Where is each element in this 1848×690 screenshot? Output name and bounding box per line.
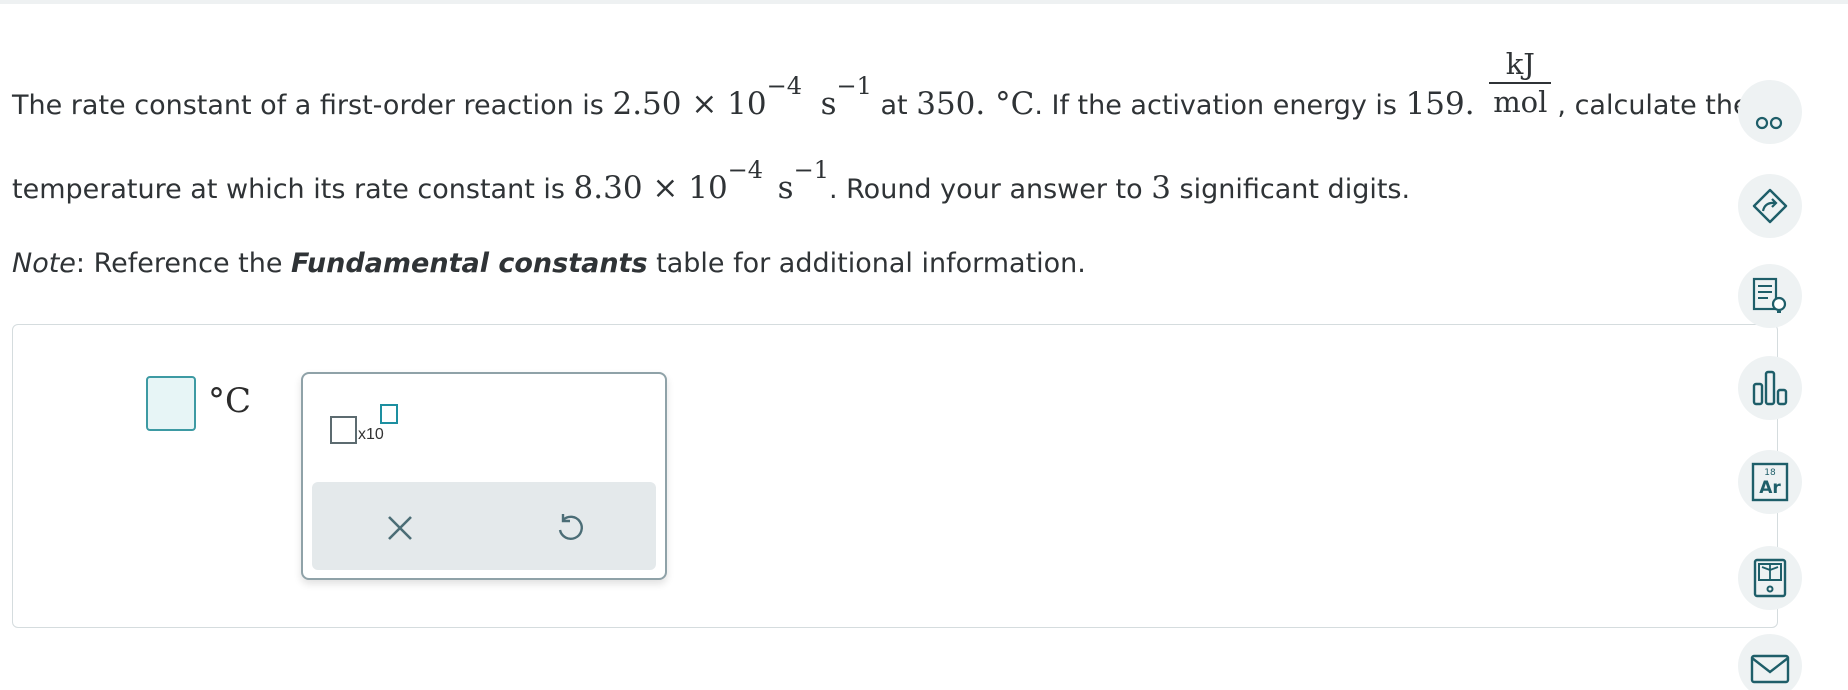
side-button-periodic-table[interactable]: 18 Ar — [1738, 450, 1802, 514]
note-line: Note: Reference the Fundamental constant… — [12, 248, 1086, 279]
answer-input[interactable] — [146, 376, 196, 431]
question-text-span: , calculate the — [1557, 90, 1750, 121]
side-button-data[interactable] — [1738, 356, 1802, 420]
exponent: −4 — [727, 156, 764, 184]
periodic-table-icon: 18Ar — [1751, 462, 1789, 502]
rate-constant-2: 8.30 × 10 — [573, 170, 728, 206]
significant-digits: 3 — [1151, 170, 1171, 206]
unit-s: s — [820, 86, 837, 122]
exponent: −4 — [766, 72, 803, 100]
mail-icon — [1750, 654, 1790, 684]
undo-button[interactable] — [550, 508, 590, 548]
clear-button[interactable] — [380, 508, 420, 548]
exponent-box-icon — [380, 404, 398, 424]
side-button-notes[interactable] — [1738, 264, 1802, 328]
energy-unit-fraction: kJ mol — [1489, 46, 1552, 120]
eraser-sign-icon — [1752, 188, 1788, 224]
note-text: : Reference the — [75, 248, 292, 279]
question-text-span: at — [871, 90, 917, 121]
activation-energy: 159. — [1405, 86, 1475, 122]
undo-icon — [558, 514, 583, 540]
question-line-1: The rate constant of a first-order react… — [12, 47, 1750, 123]
fraction-denominator: mol — [1493, 84, 1548, 119]
temperature-1: 350. °C — [916, 86, 1035, 122]
top-rule — [0, 0, 1848, 4]
side-button-read-aloud[interactable] — [1738, 80, 1802, 144]
calculator-book-icon — [1753, 558, 1787, 598]
fraction-numerator: kJ — [1505, 46, 1535, 81]
scientific-notation-button[interactable]: x10 — [330, 404, 404, 452]
svg-text:Ar: Ar — [1759, 478, 1781, 498]
unit-exponent: −1 — [836, 72, 872, 100]
side-button-mail[interactable] — [1738, 634, 1802, 690]
answer-unit: °C — [208, 381, 252, 421]
note-label: Note — [12, 248, 76, 279]
question-text-span: The rate constant of a first-order react… — [12, 90, 613, 121]
palette-footer — [312, 482, 656, 570]
bar-chart-icon — [1752, 370, 1788, 406]
close-icon — [388, 516, 412, 540]
question-line-2: temperature at which its rate constant i… — [12, 156, 1411, 206]
answer-panel — [12, 324, 1778, 628]
question-text-span: . Round your answer to — [828, 174, 1152, 205]
open-eye-icon — [1755, 116, 1783, 130]
x10-label: x10 — [358, 426, 384, 443]
mantissa-box-icon — [330, 416, 357, 444]
note-text: table for additional information. — [647, 248, 1086, 279]
question-text-span: significant digits. — [1170, 174, 1411, 205]
rate-constant-1: 2.50 × 10 — [612, 86, 767, 122]
side-button-hint[interactable] — [1738, 174, 1802, 238]
fundamental-constants-link: Fundamental constants — [291, 248, 648, 279]
svg-text:18: 18 — [1764, 468, 1776, 478]
unit-s: s — [777, 170, 794, 206]
question-text-span: temperature at which its rate constant i… — [12, 174, 574, 205]
unit-exponent: −1 — [793, 156, 829, 184]
lightbulb-notes-icon — [1752, 277, 1787, 313]
question-text-span: . If the activation energy is — [1034, 90, 1406, 121]
side-button-calculator[interactable] — [1738, 546, 1802, 610]
